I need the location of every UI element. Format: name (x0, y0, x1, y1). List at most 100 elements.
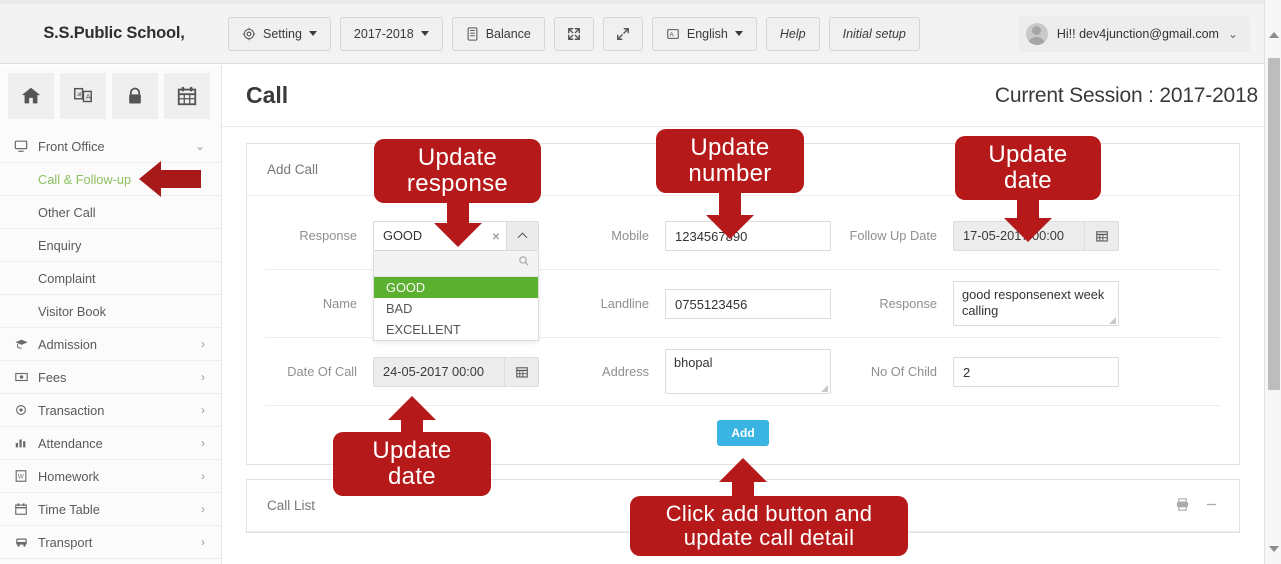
flag-icon: A (666, 27, 680, 41)
chevron-right-icon: › (201, 403, 205, 417)
chevron-right-icon: › (201, 370, 205, 384)
annotation-line-1: Update (988, 141, 1068, 168)
sidebar-item-transport[interactable]: Transport › (0, 526, 221, 559)
session-year-label: 2017-2018 (353, 26, 414, 41)
date-of-call-value: 24-05-2017 00:00 (383, 364, 485, 379)
annotation-update-date-call: Update date (333, 396, 491, 496)
sidebar-item-visitor-book[interactable]: Visitor Book (0, 295, 221, 328)
print-icon[interactable] (1175, 497, 1190, 515)
initial-setup-button[interactable]: Initial setup (828, 16, 920, 51)
home-icon[interactable] (8, 73, 54, 119)
sidebar-item-other-call[interactable]: Other Call (0, 196, 221, 229)
response-text-label: Response (879, 295, 937, 311)
chevron-down-icon (308, 31, 317, 36)
translate-icon[interactable]: अA (60, 73, 106, 119)
arrow-head-up (719, 458, 767, 482)
chevron-down-icon (420, 31, 429, 36)
graduation-icon (14, 337, 38, 351)
language-button-label: English (686, 26, 728, 41)
sidebar-item-transaction[interactable]: Transaction › (0, 394, 221, 427)
response-textarea[interactable]: good responsenext week calling (953, 281, 1119, 326)
response-select-search[interactable] (374, 250, 538, 277)
arrow-stem (732, 482, 754, 496)
user-menu[interactable]: Hi!! dev4junction@gmail.com ⌄ (1017, 16, 1250, 52)
user-email-label: Hi!! dev4junction@gmail.com (1056, 27, 1219, 41)
search-icon (518, 254, 530, 272)
sidebar-item-time-table[interactable]: Time Table › (0, 493, 221, 526)
sidebar-item-label: Transaction (38, 402, 105, 418)
app-root: S.S.Public School, Setting 2017-2018 Bal… (0, 0, 1281, 564)
language-button[interactable]: A English (651, 16, 757, 51)
gear-icon (242, 27, 256, 41)
sidebar-item-label: Homework (38, 468, 100, 484)
annotation-line-1: Update (690, 134, 770, 161)
arrow-head-down (706, 214, 754, 239)
expand-icon (616, 27, 630, 41)
chevron-down-icon: ⌄ (1227, 27, 1238, 41)
field-response-text: Response good responsenext week calling (845, 270, 1147, 337)
sidebar-item-complaint[interactable]: Complaint (0, 262, 221, 295)
sidebar-item-admission[interactable]: Admission › (0, 328, 221, 361)
chart-icon (14, 436, 38, 450)
page-header: Call Current Session : 2017-2018 (222, 65, 1264, 127)
sidebar-item-fees[interactable]: Fees › (0, 361, 221, 394)
annotation-update-response: Update response (374, 139, 541, 247)
annotation-text: Update response (374, 139, 541, 203)
calendar-icon[interactable] (504, 357, 538, 386)
session-year-button[interactable]: 2017-2018 (339, 16, 443, 51)
annotation-line-1: Update (372, 437, 452, 464)
mobile-label: Mobile (611, 227, 649, 243)
balance-button[interactable]: Balance (451, 16, 545, 51)
sidebar-item-homework[interactable]: W Homework › (0, 460, 221, 493)
help-button[interactable]: Help (765, 16, 820, 51)
sidebar-item-enquiry[interactable]: Enquiry (0, 229, 221, 262)
minimize-icon[interactable] (1204, 497, 1219, 515)
calendar-icon[interactable] (164, 73, 210, 119)
scrollbar-thumb[interactable] (1268, 58, 1280, 390)
add-button[interactable]: Add (717, 420, 769, 446)
collapse-button[interactable] (553, 16, 594, 51)
arrow-stem (446, 202, 469, 223)
arrow-stem (719, 192, 741, 215)
add-call-panel-title: Add Call (267, 162, 319, 177)
setting-button[interactable]: Setting (228, 16, 331, 51)
address-textarea[interactable]: bhopal (665, 349, 831, 394)
scroll-up-arrow-icon[interactable] (1269, 32, 1279, 38)
annotation-line-2: date (1004, 166, 1052, 194)
setting-button-label: Setting (263, 26, 302, 41)
arrow-head-down (1004, 217, 1052, 242)
sidebar-item-label: Enquiry (38, 237, 82, 253)
gear-icon (14, 403, 38, 417)
annotation-update-date-followup: Update date (955, 136, 1101, 242)
current-session-label: Current Session : 2017-2018 (994, 83, 1258, 107)
no-of-child-input[interactable]: 2 (953, 356, 1119, 387)
call-list-panel-tools (1175, 497, 1219, 515)
field-date-of-call: Date Of Call 24-05-2017 00:00 (265, 338, 557, 405)
bus-icon (14, 535, 38, 549)
sidebar: अA Front Office ⌄ Call & Follow-up Other (0, 65, 222, 564)
avatar (1025, 23, 1048, 45)
expand-button[interactable] (602, 16, 643, 51)
response-option-bad[interactable]: BAD (374, 298, 538, 319)
chevron-right-icon: › (201, 337, 205, 351)
chevron-down-icon: ⌄ (194, 139, 205, 153)
arrow-stem (1017, 199, 1039, 218)
response-option-excellent[interactable]: EXCELLENT (374, 319, 538, 340)
response-select-dropdown: GOOD BAD EXCELLENT (373, 250, 539, 341)
sidebar-item-front-office[interactable]: Front Office ⌄ (0, 130, 221, 163)
vertical-scrollbar[interactable] (1264, 0, 1281, 564)
annotation-line-2: response (406, 169, 509, 197)
annotation-click-add-button: Click add button and update call detail (630, 458, 908, 556)
annotation-update-number: Update number (656, 129, 804, 239)
response-option-good[interactable]: GOOD (374, 276, 538, 298)
response-select-label: Response (299, 227, 357, 243)
sidebar-item-label: Fees (38, 369, 67, 385)
landline-input[interactable]: 0755123456 (665, 288, 831, 319)
lock-icon[interactable] (112, 73, 158, 119)
sidebar-item-attendance[interactable]: Attendance › (0, 427, 221, 460)
scroll-down-arrow-icon[interactable] (1269, 546, 1279, 552)
sidebar-item-label: Call & Follow-up (38, 171, 132, 187)
date-of-call-picker[interactable]: 24-05-2017 00:00 (373, 356, 539, 387)
name-label: Name (322, 295, 357, 311)
landline-label: Landline (600, 295, 649, 311)
